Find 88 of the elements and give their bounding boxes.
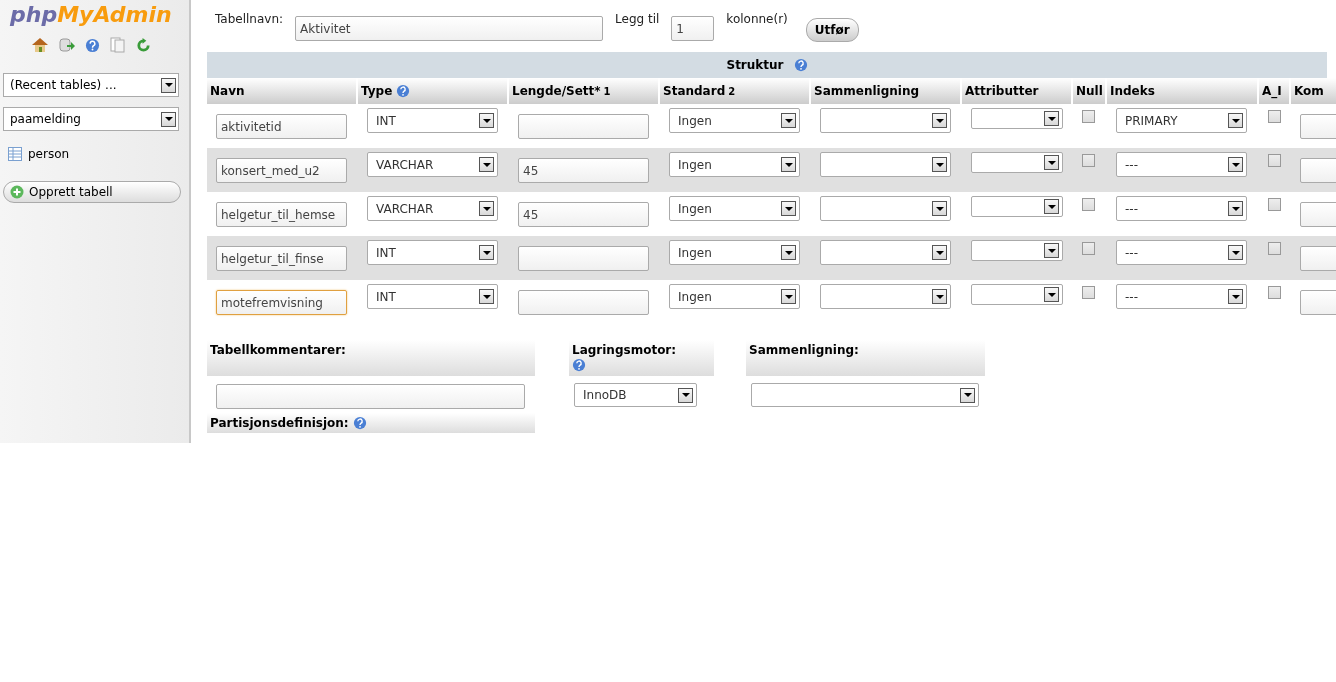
- auto-increment-checkbox[interactable]: [1268, 110, 1281, 123]
- document-icon[interactable]: [110, 37, 126, 53]
- refresh-icon[interactable]: [136, 37, 151, 53]
- collation-select[interactable]: [820, 196, 951, 221]
- comment-field[interactable]: [1300, 246, 1336, 271]
- attributes-select[interactable]: [971, 284, 1063, 305]
- collation-select[interactable]: [820, 152, 951, 177]
- help-icon[interactable]: [793, 58, 808, 72]
- logo: phpMyAdmin: [10, 2, 172, 27]
- column-header: Null: [1073, 78, 1107, 104]
- auto-increment-checkbox[interactable]: [1268, 286, 1281, 299]
- columns-label: kolonne(r): [726, 12, 788, 26]
- index-select[interactable]: ---: [1116, 284, 1247, 309]
- attributes-select[interactable]: [971, 240, 1063, 261]
- column-name-field[interactable]: aktivitetid: [216, 114, 347, 139]
- default-select[interactable]: Ingen: [669, 108, 800, 133]
- null-checkbox[interactable]: [1082, 286, 1095, 299]
- length-field[interactable]: [518, 290, 649, 315]
- comment-field[interactable]: [1300, 114, 1336, 139]
- attributes-select[interactable]: [971, 196, 1063, 217]
- section-header: Tabellkommentarer:: [207, 340, 535, 376]
- index-select[interactable]: ---: [1116, 240, 1247, 265]
- attributes-select[interactable]: [971, 108, 1063, 129]
- column-header: Kom: [1291, 78, 1336, 104]
- table-name-label: Tabellnavn:: [215, 12, 284, 26]
- database-icon[interactable]: [59, 37, 75, 53]
- null-checkbox[interactable]: [1082, 198, 1095, 211]
- length-field[interactable]: [518, 246, 649, 271]
- create-table-button[interactable]: Opprett tabell: [3, 181, 181, 203]
- section-header: Partisjonsdefinisjon:: [207, 413, 535, 433]
- type-select[interactable]: INT: [367, 240, 498, 265]
- comment-field[interactable]: [1300, 158, 1336, 183]
- home-icon[interactable]: [31, 37, 49, 53]
- null-checkbox[interactable]: [1082, 110, 1095, 123]
- collation-select[interactable]: [820, 284, 951, 309]
- column-name-field[interactable]: motefremvisning: [216, 290, 347, 315]
- length-field[interactable]: [518, 114, 649, 139]
- table-name-field[interactable]: Aktivitet: [295, 16, 604, 41]
- help-icon[interactable]: [352, 416, 367, 430]
- plus-icon: [10, 185, 24, 199]
- column-name-field[interactable]: helgetur_til_finse: [216, 246, 347, 271]
- table-link[interactable]: person: [28, 147, 70, 161]
- storage-engine-select[interactable]: InnoDB: [574, 383, 697, 407]
- database-select[interactable]: paamelding: [3, 107, 179, 131]
- column-count-field[interactable]: 1: [671, 16, 715, 41]
- length-field[interactable]: 45: [518, 158, 649, 183]
- add-label: Legg til: [615, 12, 660, 26]
- help-icon[interactable]: [396, 84, 411, 98]
- default-select[interactable]: Ingen: [669, 152, 800, 177]
- default-select[interactable]: Ingen: [669, 284, 800, 309]
- default-select[interactable]: Ingen: [669, 196, 800, 221]
- attributes-select[interactable]: [971, 152, 1063, 173]
- collation-select[interactable]: [820, 240, 951, 265]
- index-select[interactable]: ---: [1116, 196, 1247, 221]
- help-icon[interactable]: [85, 37, 100, 53]
- section-header: Lagringsmotor:: [569, 340, 714, 376]
- auto-increment-checkbox[interactable]: [1268, 154, 1281, 167]
- null-checkbox[interactable]: [1082, 242, 1095, 255]
- null-checkbox[interactable]: [1082, 154, 1095, 167]
- auto-increment-checkbox[interactable]: [1268, 198, 1281, 211]
- default-select[interactable]: Ingen: [669, 240, 800, 265]
- go-button[interactable]: Utfør: [805, 18, 859, 42]
- table-collation-select[interactable]: [751, 383, 979, 407]
- type-select[interactable]: INT: [367, 284, 498, 309]
- index-select[interactable]: PRIMARY: [1116, 108, 1247, 133]
- column-header: Type: [358, 78, 509, 104]
- table-icon: [8, 147, 22, 161]
- type-select[interactable]: VARCHAR: [367, 152, 498, 177]
- column-header: A_I: [1259, 78, 1291, 104]
- table-comments-field[interactable]: [216, 384, 525, 409]
- index-select[interactable]: ---: [1116, 152, 1247, 177]
- type-select[interactable]: INT: [367, 108, 498, 133]
- length-field[interactable]: 45: [518, 202, 649, 227]
- structure-header: Struktur: [207, 52, 1327, 78]
- comment-field[interactable]: [1300, 290, 1336, 315]
- column-header: Sammenligning: [811, 78, 962, 104]
- column-name-field[interactable]: helgetur_til_hemse: [216, 202, 347, 227]
- column-name-field[interactable]: konsert_med_u2: [216, 158, 347, 183]
- column-header: Indeks: [1107, 78, 1259, 104]
- section-header: Sammenligning:: [746, 340, 985, 376]
- column-header: Navn: [207, 78, 358, 104]
- comment-field[interactable]: [1300, 202, 1336, 227]
- help-icon[interactable]: [572, 358, 586, 372]
- column-header: Attributter: [962, 78, 1073, 104]
- recent-tables-select[interactable]: (Recent tables) ...: [3, 73, 179, 97]
- collation-select[interactable]: [820, 108, 951, 133]
- type-select[interactable]: VARCHAR: [367, 196, 498, 221]
- auto-increment-checkbox[interactable]: [1268, 242, 1281, 255]
